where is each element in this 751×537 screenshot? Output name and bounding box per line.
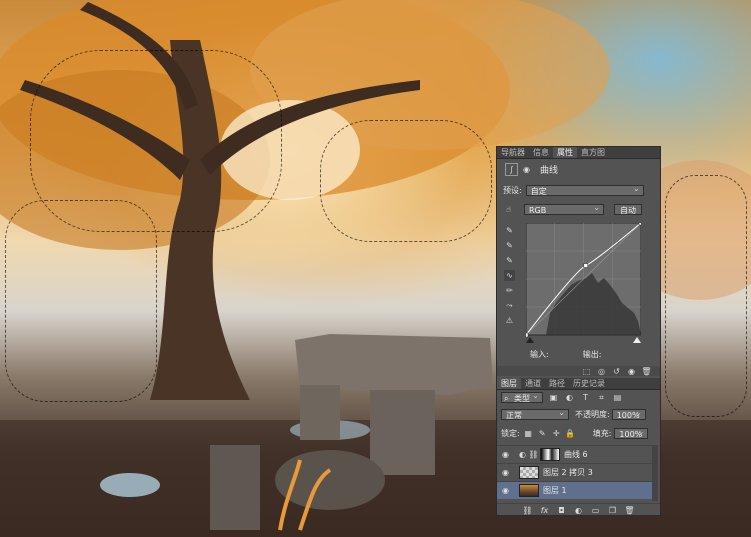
adjustment-icon[interactable]: ◐ [573, 505, 584, 516]
hand-target-icon[interactable]: ☝ [503, 204, 514, 215]
layers-list: ◉ ◐ ⛓ 曲线 6 ◉ 图层 2 拷贝 3 ◉ 图层 1 [497, 445, 662, 501]
auto-button[interactable]: 自动 [614, 204, 642, 215]
filter-adjustment-icon[interactable]: ◐ [564, 392, 575, 403]
tab-paths[interactable]: 路径 [545, 378, 569, 389]
delete-icon[interactable]: 🗑 [641, 366, 652, 377]
layer-name: 图层 1 [543, 486, 567, 495]
tab-info[interactable]: 信息 [529, 147, 553, 158]
tab-layers[interactable]: 图层 [497, 378, 521, 389]
curve-control-point[interactable] [638, 223, 641, 226]
folder-icon[interactable]: ▭ [590, 505, 601, 516]
tab-histogram[interactable]: 直方图 [577, 147, 609, 158]
eye-icon[interactable]: ◉ [500, 467, 511, 478]
curve-point-icon[interactable]: ∿ [504, 270, 515, 281]
mask-icon[interactable]: ◘ [556, 505, 567, 516]
layer-row[interactable]: ◉ ◐ ⛓ 曲线 6 [497, 445, 652, 463]
trash-icon[interactable]: 🗑 [624, 505, 635, 516]
eye-icon[interactable]: ◉ [500, 485, 511, 496]
curve-control-point[interactable] [583, 263, 589, 268]
eyedropper-white-icon[interactable]: ✎ [504, 255, 515, 266]
tab-navigator[interactable]: 导航器 [497, 147, 529, 158]
lock-image-icon[interactable]: ✎ [537, 428, 548, 439]
layer-filter-dropdown[interactable]: ⌕ 类型 [501, 390, 543, 403]
preset-label: 预设: [503, 186, 522, 195]
layer-mask-thumbnail [540, 448, 560, 461]
filter-pixel-icon[interactable]: ▣ [548, 392, 559, 403]
clipping-warning-icon[interactable]: ⚠ [504, 315, 515, 326]
output-label: 输出: [582, 350, 602, 359]
eyedropper-gray-icon[interactable]: ✎ [504, 240, 515, 251]
pencil-icon[interactable]: ✏ [504, 285, 515, 296]
adjustment-title: 曲线 [540, 165, 559, 176]
selection-marquee [665, 175, 747, 417]
layer-name: 曲线 6 [564, 450, 588, 459]
tab-history[interactable]: 历史记录 [569, 378, 609, 389]
properties-tabs: 导航器 信息 属性 直方图 [497, 147, 660, 159]
layers-scrollbar[interactable] [652, 445, 658, 501]
search-icon: ⌕ [504, 394, 509, 403]
filter-smart-icon[interactable]: ▤ [612, 392, 623, 403]
selection-marquee [30, 50, 282, 232]
filter-shape-icon[interactable]: ⌗ [596, 392, 607, 403]
chain-icon[interactable]: ⛓ [528, 449, 539, 460]
opacity-label: 不透明度: [575, 410, 610, 419]
link-icon[interactable]: ⛓ [522, 505, 533, 516]
fx-icon[interactable]: fx [539, 505, 550, 516]
new-layer-icon[interactable]: ❐ [607, 505, 618, 516]
adjustment-layer-icon: ◐ [519, 450, 526, 459]
layer-row[interactable]: ◉ 图层 2 拷贝 3 [497, 463, 652, 481]
fill-label: 填充: [592, 429, 612, 438]
channel-dropdown[interactable]: RGB [524, 202, 604, 215]
layer-thumbnail [519, 484, 539, 497]
selection-marquee [320, 120, 492, 242]
blend-mode-dropdown[interactable]: 正常 [501, 407, 569, 420]
properties-panel: 导航器 信息 属性 直方图 ∫ ◉ 曲线 预设: 自定 ☝ RGB 自动 ✎ ✎… [496, 146, 661, 516]
filter-label: 类型 [514, 394, 530, 403]
curves-icon: ∫ [505, 162, 518, 176]
preset-dropdown[interactable]: 自定 [525, 183, 644, 196]
eye-icon[interactable]: ◉ [500, 449, 511, 460]
filter-type-icon[interactable]: T [580, 392, 591, 403]
lock-all-icon[interactable]: 🔒 [565, 428, 576, 439]
smooth-icon[interactable]: ⤳ [504, 300, 515, 311]
tab-properties[interactable]: 属性 [553, 147, 577, 158]
layer-row[interactable]: ◉ 图层 1 [497, 481, 652, 499]
eyedropper-black-icon[interactable]: ✎ [504, 225, 515, 236]
lock-transparent-icon[interactable]: ▦ [523, 428, 534, 439]
lock-label: 锁定: [501, 429, 520, 438]
layer-name: 图层 2 拷贝 3 [543, 468, 593, 477]
tab-channels[interactable]: 通道 [521, 378, 545, 389]
layer-thumbnail [519, 466, 539, 479]
curve-control-point[interactable] [526, 332, 529, 338]
mask-icon[interactable]: ◉ [521, 164, 532, 175]
visibility-icon[interactable]: ◉ [626, 366, 637, 377]
opacity-input[interactable]: 100% [611, 407, 646, 420]
reset-icon[interactable]: ↺ [611, 366, 622, 377]
lock-position-icon[interactable]: ✛ [551, 428, 562, 439]
clip-to-layer-icon[interactable]: ⬚ [581, 366, 592, 377]
input-label: 输入: [530, 350, 549, 359]
fill-input[interactable]: 100% [614, 426, 649, 439]
view-previous-icon[interactable]: ◎ [596, 366, 607, 377]
curve-graph[interactable] [526, 223, 641, 343]
layers-tabs: 图层 通道 路径 历史记录 [497, 378, 660, 390]
curve-tools: ✎ ✎ ✎ ∿ ✏ ⤳ ⚠ [504, 225, 518, 326]
